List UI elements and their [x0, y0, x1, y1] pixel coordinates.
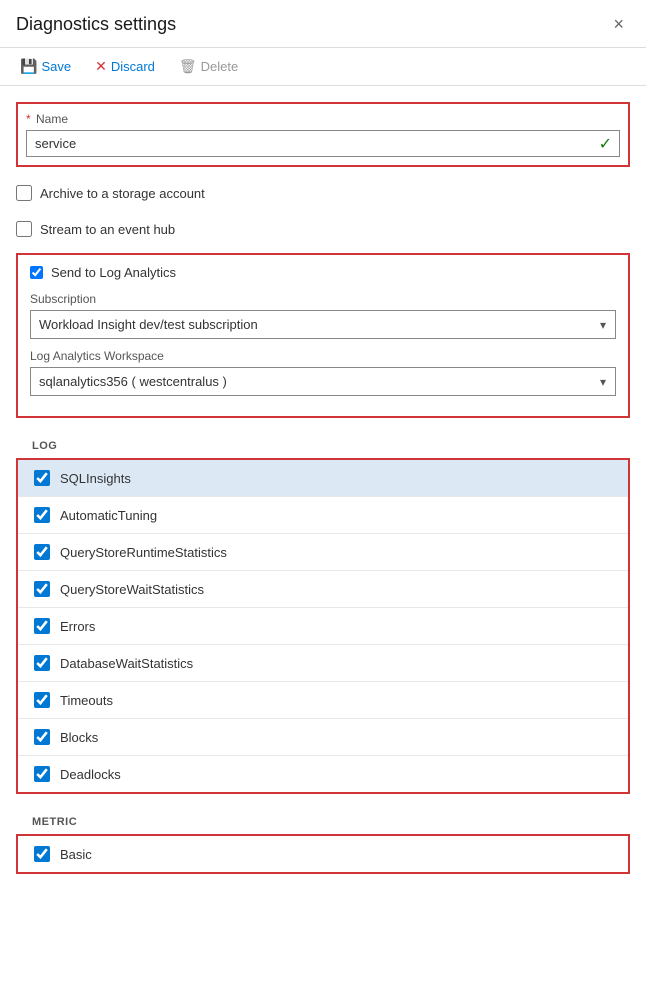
panel-header: Diagnostics settings × [0, 0, 646, 48]
log-analytics-header: Send to Log Analytics [30, 265, 616, 280]
name-input-wrapper: ✓ [26, 130, 620, 157]
log-item: Deadlocks [18, 756, 628, 792]
log-item-checkbox-blocks[interactable] [34, 729, 50, 745]
workspace-select[interactable]: sqlanalytics356 ( westcentralus ) [30, 367, 616, 396]
stream-label[interactable]: Stream to an event hub [40, 222, 175, 237]
stream-checkbox[interactable] [16, 221, 32, 237]
delete-icon: 🗑 [179, 58, 197, 75]
discard-icon: ✕ [95, 58, 107, 75]
required-star: * [26, 112, 31, 126]
log-item-checkbox-errors[interactable] [34, 618, 50, 634]
metric-item: Basic [18, 836, 628, 872]
toolbar: 💾 Save ✕ Discard 🗑 Delete [0, 48, 646, 86]
log-item: Errors [18, 608, 628, 645]
log-item-label[interactable]: DatabaseWaitStatistics [60, 656, 193, 671]
log-item: Timeouts [18, 682, 628, 719]
name-label: * Name [26, 112, 620, 126]
log-item-checkbox-querystorewaitstatistics[interactable] [34, 581, 50, 597]
log-item-label[interactable]: SQLInsights [60, 471, 131, 486]
log-item-checkbox-querystoreruntimestatistics[interactable] [34, 544, 50, 560]
log-section-box: SQLInsights AutomaticTuning QueryStoreRunt… [16, 458, 630, 794]
metric-item-checkbox-basic[interactable] [34, 846, 50, 862]
log-item-label[interactable]: QueryStoreWaitStatistics [60, 582, 204, 597]
subscription-select[interactable]: Workload Insight dev/test subscription [30, 310, 616, 339]
save-label: Save [41, 59, 71, 74]
log-item: QueryStoreWaitStatistics [18, 571, 628, 608]
subscription-label: Subscription [30, 292, 616, 306]
log-item-label[interactable]: Deadlocks [60, 767, 121, 782]
log-item-checkbox-databasewaitstatistics[interactable] [34, 655, 50, 671]
log-item-checkbox-automatictuning[interactable] [34, 507, 50, 523]
panel-title: Diagnostics settings [16, 14, 176, 35]
save-button[interactable]: 💾 Save [16, 56, 75, 77]
archive-checkbox-row: Archive to a storage account [16, 181, 630, 205]
delete-label: Delete [201, 59, 239, 74]
stream-checkbox-row: Stream to an event hub [16, 217, 630, 241]
metric-section-box: Basic [16, 834, 630, 874]
metric-item-label[interactable]: Basic [60, 847, 92, 862]
diagnostics-panel: Diagnostics settings × 💾 Save ✕ Discard … [0, 0, 646, 906]
log-item: QueryStoreRuntimeStatistics [18, 534, 628, 571]
log-item: DatabaseWaitStatistics [18, 645, 628, 682]
log-analytics-label[interactable]: Send to Log Analytics [51, 265, 176, 280]
log-item: AutomaticTuning [18, 497, 628, 534]
workspace-label: Log Analytics Workspace [30, 349, 616, 363]
checkmark-icon: ✓ [599, 134, 612, 154]
metric-section-title: METRIC [32, 816, 77, 828]
log-item-label[interactable]: Timeouts [60, 693, 113, 708]
archive-label[interactable]: Archive to a storage account [40, 186, 205, 201]
log-analytics-checkbox[interactable] [30, 266, 43, 279]
log-item-label[interactable]: AutomaticTuning [60, 508, 157, 523]
log-analytics-box: Send to Log Analytics Subscription Workl… [16, 253, 630, 418]
archive-checkbox[interactable] [16, 185, 32, 201]
close-button[interactable]: × [607, 12, 630, 37]
save-icon: 💾 [20, 58, 37, 75]
workspace-select-wrapper: sqlanalytics356 ( westcentralus ) ▾ [30, 367, 616, 396]
log-section-title: LOG [32, 440, 57, 452]
discard-label: Discard [111, 59, 155, 74]
log-item: Blocks [18, 719, 628, 756]
discard-button[interactable]: ✕ Discard [91, 56, 159, 77]
log-section-header: LOG [16, 434, 630, 458]
name-field-label-text: Name [36, 112, 68, 126]
name-input[interactable] [26, 130, 620, 157]
content-area: * Name ✓ Archive to a storage account St… [0, 86, 646, 906]
subscription-select-wrapper: Workload Insight dev/test subscription ▾ [30, 310, 616, 339]
log-item-label[interactable]: Errors [60, 619, 95, 634]
log-item-label[interactable]: QueryStoreRuntimeStatistics [60, 545, 227, 560]
delete-button[interactable]: 🗑 Delete [175, 56, 242, 77]
metric-section-header: METRIC [16, 810, 630, 834]
log-item: SQLInsights [18, 460, 628, 497]
log-item-label[interactable]: Blocks [60, 730, 98, 745]
name-field-box: * Name ✓ [16, 102, 630, 167]
log-item-checkbox-deadlocks[interactable] [34, 766, 50, 782]
log-item-checkbox-sqlinsights[interactable] [34, 470, 50, 486]
log-item-checkbox-timeouts[interactable] [34, 692, 50, 708]
